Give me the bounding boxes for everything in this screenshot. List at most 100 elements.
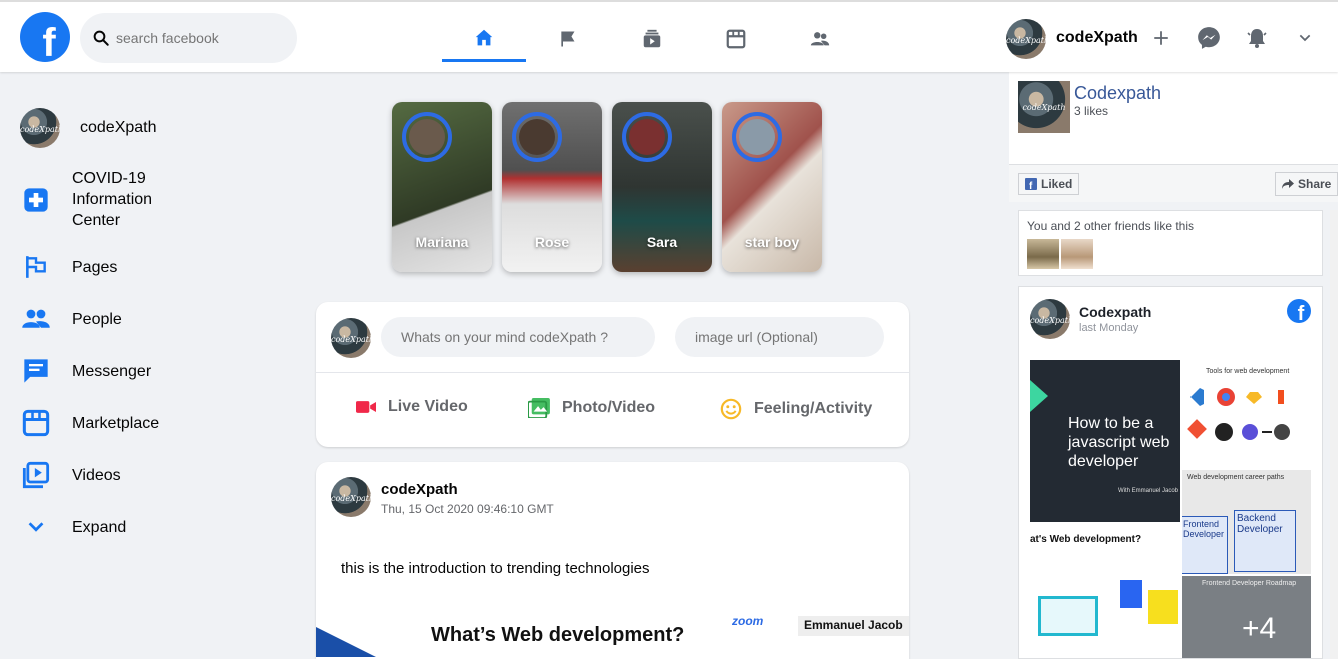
story-avatar: [512, 112, 562, 162]
video-icon: [643, 29, 661, 48]
messenger-button[interactable]: [1195, 24, 1223, 52]
decorative-shape: [1030, 380, 1048, 412]
facebook-logo-icon[interactable]: f: [20, 12, 70, 62]
chevron-down-icon: [1299, 34, 1311, 42]
header-user-name[interactable]: codeXpath: [1056, 29, 1138, 47]
avatar: [331, 318, 371, 358]
page-feed-post: Codexpath last Monday f How to be a java…: [1018, 286, 1323, 659]
sidebar-item-marketplace[interactable]: Marketplace: [20, 407, 159, 439]
page-avatar[interactable]: [1018, 81, 1070, 133]
search-icon: [93, 30, 109, 46]
sidebar-item-label: Videos: [72, 466, 121, 484]
monitor-illustration: [1038, 596, 1098, 636]
right-panel-scrollbar[interactable]: [1330, 210, 1338, 659]
feed-post: codeXpath Thu, 15 Oct 2020 09:46:10 GMT …: [316, 462, 909, 659]
tile-title: Web development career paths: [1187, 474, 1285, 481]
live-video-button[interactable]: Live Video: [356, 398, 468, 416]
sidebar-item-covid[interactable]: COVID-19 Information Center: [20, 168, 172, 231]
feeling-activity-button[interactable]: Feeling/Activity: [720, 398, 872, 420]
friends-like-card: You and 2 other friends like this: [1018, 210, 1323, 276]
create-button[interactable]: [1147, 24, 1175, 52]
sidebar-user[interactable]: codeXpath: [20, 108, 157, 148]
sidebar-item-people[interactable]: People: [20, 303, 122, 335]
css-logo-icon: [1120, 580, 1142, 608]
video-icon: [20, 459, 52, 491]
share-button[interactable]: Share: [1275, 172, 1338, 196]
avatar[interactable]: [1030, 299, 1070, 339]
nav-tab-home[interactable]: [442, 16, 526, 62]
image-url-input[interactable]: [675, 317, 884, 357]
avatar[interactable]: [331, 477, 371, 517]
nav-tab-pages[interactable]: [526, 16, 610, 62]
header-avatar[interactable]: [1006, 19, 1046, 59]
chevron-down-icon: [20, 511, 52, 543]
messenger-icon: [1198, 27, 1220, 49]
post-author[interactable]: codeXpath: [381, 481, 458, 498]
friend-avatar[interactable]: [1027, 239, 1059, 269]
tile-title: at's Web development?: [1030, 534, 1142, 545]
story-card[interactable]: Mariana: [392, 102, 492, 272]
liked-label: Liked: [1041, 177, 1073, 191]
photo-icon: [528, 398, 550, 418]
home-icon: [475, 29, 493, 45]
sidebar-item-messenger[interactable]: Messenger: [20, 355, 151, 387]
page-button-bar: f Liked Share: [1009, 164, 1338, 202]
marketplace-icon: [726, 29, 746, 49]
photo-video-button[interactable]: Photo/Video: [528, 398, 655, 418]
flag-icon: [561, 31, 575, 47]
feed-photo-tile[interactable]: How to be a javascript web developer Wit…: [1030, 360, 1180, 522]
sidebar-item-expand[interactable]: Expand: [20, 511, 126, 543]
sidebar-item-label: Messenger: [72, 362, 152, 380]
story-card[interactable]: Sara: [612, 102, 712, 272]
feed-photo-tile[interactable]: Tools for web development: [1182, 360, 1311, 468]
zoom-logo: zoom: [732, 614, 764, 628]
story-name: star boy: [744, 234, 800, 250]
sidebar-item-label: Pages: [72, 258, 118, 276]
share-arrow-icon: [1282, 179, 1294, 189]
feed-date[interactable]: last Monday: [1079, 322, 1138, 334]
post-timestamp: Thu, 15 Oct 2020 09:46:10 GMT: [381, 502, 554, 516]
sidebar-item-videos[interactable]: Videos: [20, 459, 121, 491]
top-header: f codeXpath: [0, 0, 1338, 72]
post-image[interactable]: What’s Web development? zoom Emmanuel Ja…: [316, 602, 909, 659]
account-menu-button[interactable]: [1291, 24, 1319, 52]
nav-tab-groups[interactable]: [778, 16, 862, 62]
action-label: Feeling/Activity: [754, 400, 873, 417]
message-icon: [20, 355, 52, 387]
friend-avatar[interactable]: [1061, 239, 1093, 269]
action-label: Live Video: [388, 398, 468, 415]
search-box[interactable]: [80, 13, 297, 63]
page-name[interactable]: Codexpath: [1074, 83, 1161, 104]
plus-square-icon: [20, 184, 52, 216]
presenter-label: Emmanuel Jacob: [798, 616, 909, 636]
story-name: Mariana: [415, 234, 469, 250]
flag-icon: [20, 251, 52, 283]
feed-author[interactable]: Codexpath: [1079, 304, 1151, 320]
search-input[interactable]: [116, 30, 276, 46]
sidebar-item-label: Marketplace: [72, 414, 160, 432]
liked-button[interactable]: f Liked: [1018, 173, 1080, 195]
nav-tab-marketplace[interactable]: [694, 16, 778, 62]
people-icon: [20, 303, 52, 335]
frontend-box: Frontend Developer: [1182, 516, 1228, 574]
video-camera-icon: [356, 401, 376, 413]
avatar: [20, 108, 60, 148]
feed-photo-tile[interactable]: Frontend Developer Roadmap +4: [1182, 576, 1311, 658]
store-icon: [20, 407, 52, 439]
right-panel: Codexpath 3 likes f Liked Share You and …: [1009, 72, 1338, 659]
action-label: Photo/Video: [562, 399, 656, 416]
sidebar-item-pages[interactable]: Pages: [20, 251, 117, 283]
nav-tab-watch[interactable]: [610, 16, 694, 62]
story-card[interactable]: star boy: [722, 102, 822, 272]
story-card[interactable]: Rose: [502, 102, 602, 272]
post-text-input[interactable]: [381, 317, 655, 357]
feed-photo-tile[interactable]: Web development career paths Frontend De…: [1182, 470, 1311, 574]
more-photos-count: +4: [1242, 612, 1277, 645]
sidebar-item-label: Expand: [72, 518, 127, 536]
story-avatar: [402, 112, 452, 162]
post-composer: Live Video Photo/Video Feeling/Activity: [316, 302, 909, 447]
notifications-button[interactable]: [1243, 24, 1271, 52]
feed-photo-tile[interactable]: at's Web development?: [1030, 524, 1180, 658]
tile-subtitle: With Emmanuel Jacob: [1118, 488, 1179, 494]
decorative-shape: [316, 627, 376, 657]
